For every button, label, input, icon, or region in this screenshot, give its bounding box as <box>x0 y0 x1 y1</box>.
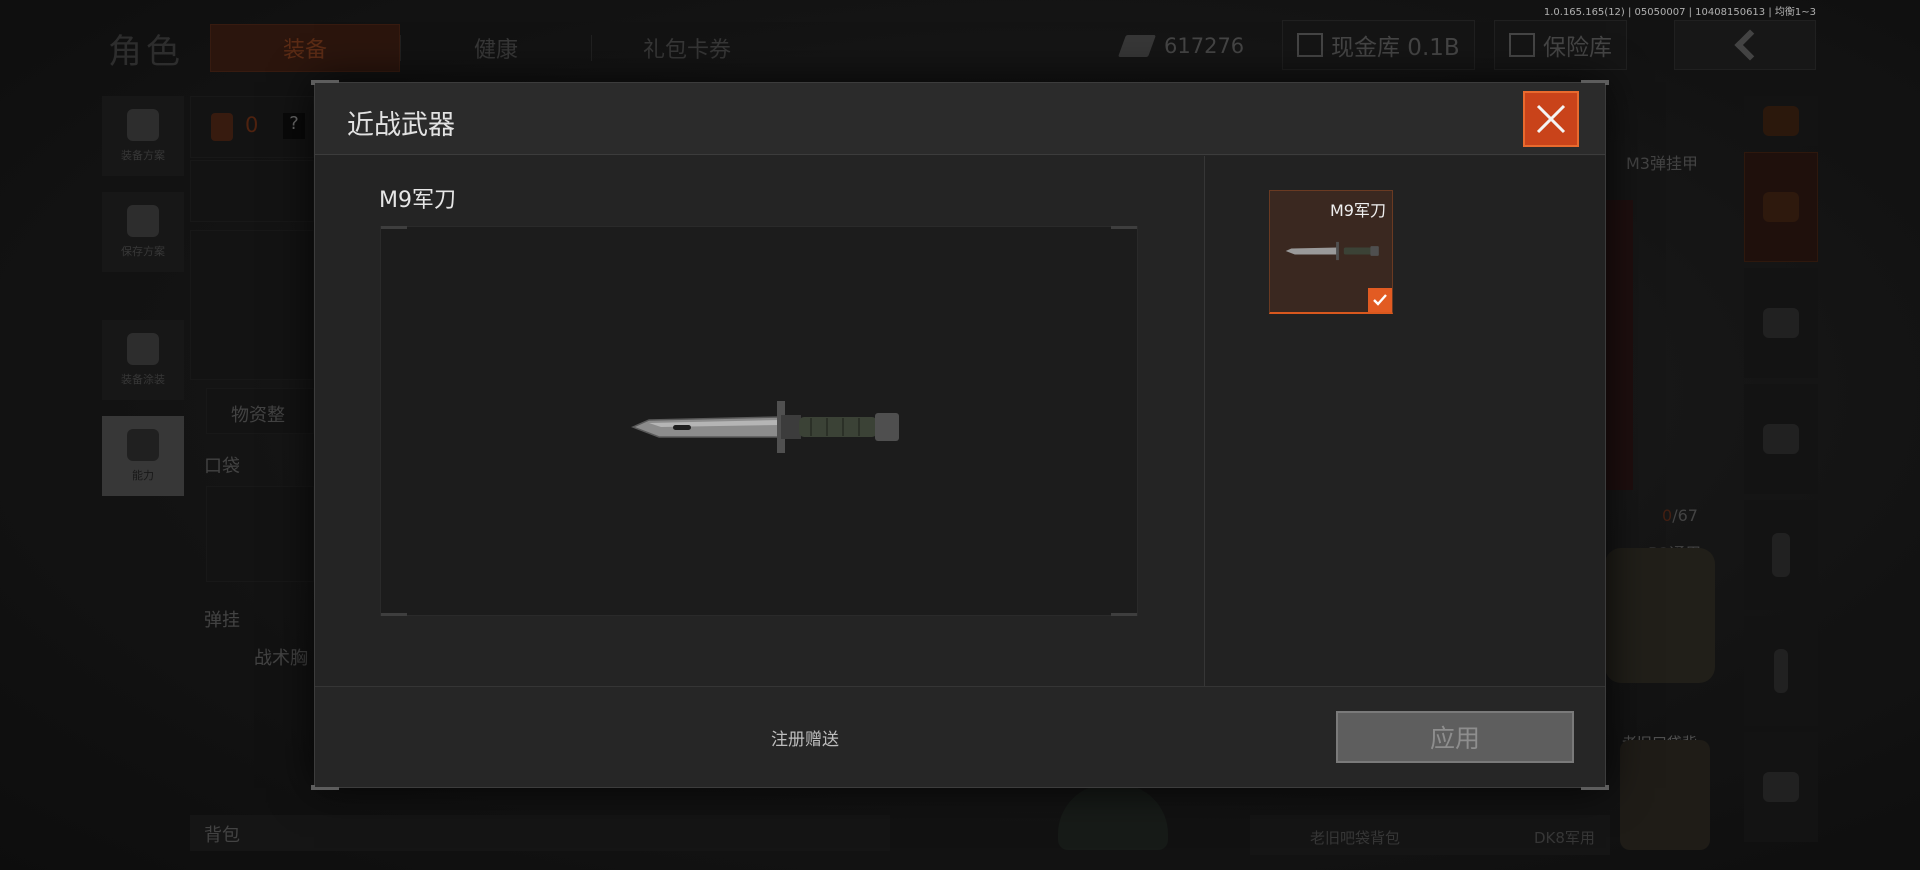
item-card-name: M9军刀 <box>1330 201 1386 220</box>
m9-bayonet-image <box>631 401 899 453</box>
dialog-header: 近战武器 <box>315 83 1605 155</box>
melee-weapon-dialog: 近战武器 M9军刀 M9军刀 注册赠送 应用 <box>311 80 1609 790</box>
checkmark-icon <box>1373 294 1387 306</box>
item-preview-box <box>380 226 1138 616</box>
selected-check-icon <box>1368 288 1392 312</box>
dialog-body: M9军刀 M9军刀 <box>315 156 1605 686</box>
m9-bayonet-thumbnail <box>1285 241 1379 261</box>
preview-corner <box>1111 613 1137 616</box>
dialog-footer: 注册赠送 应用 <box>315 686 1605 787</box>
close-icon <box>1536 104 1566 134</box>
preview-corner <box>1111 226 1137 229</box>
preview-corner <box>381 226 407 229</box>
item-preview-pane: M9军刀 <box>315 156 1203 686</box>
close-button[interactable] <box>1523 91 1579 147</box>
dialog-title: 近战武器 <box>347 110 455 141</box>
apply-button[interactable]: 应用 <box>1336 711 1574 763</box>
acquisition-source: 注册赠送 <box>771 730 839 750</box>
selected-item-name: M9军刀 <box>379 188 456 213</box>
item-selection-pane: M9军刀 <box>1204 156 1605 686</box>
item-card-m9[interactable]: M9军刀 <box>1269 190 1393 314</box>
preview-corner <box>381 613 407 616</box>
